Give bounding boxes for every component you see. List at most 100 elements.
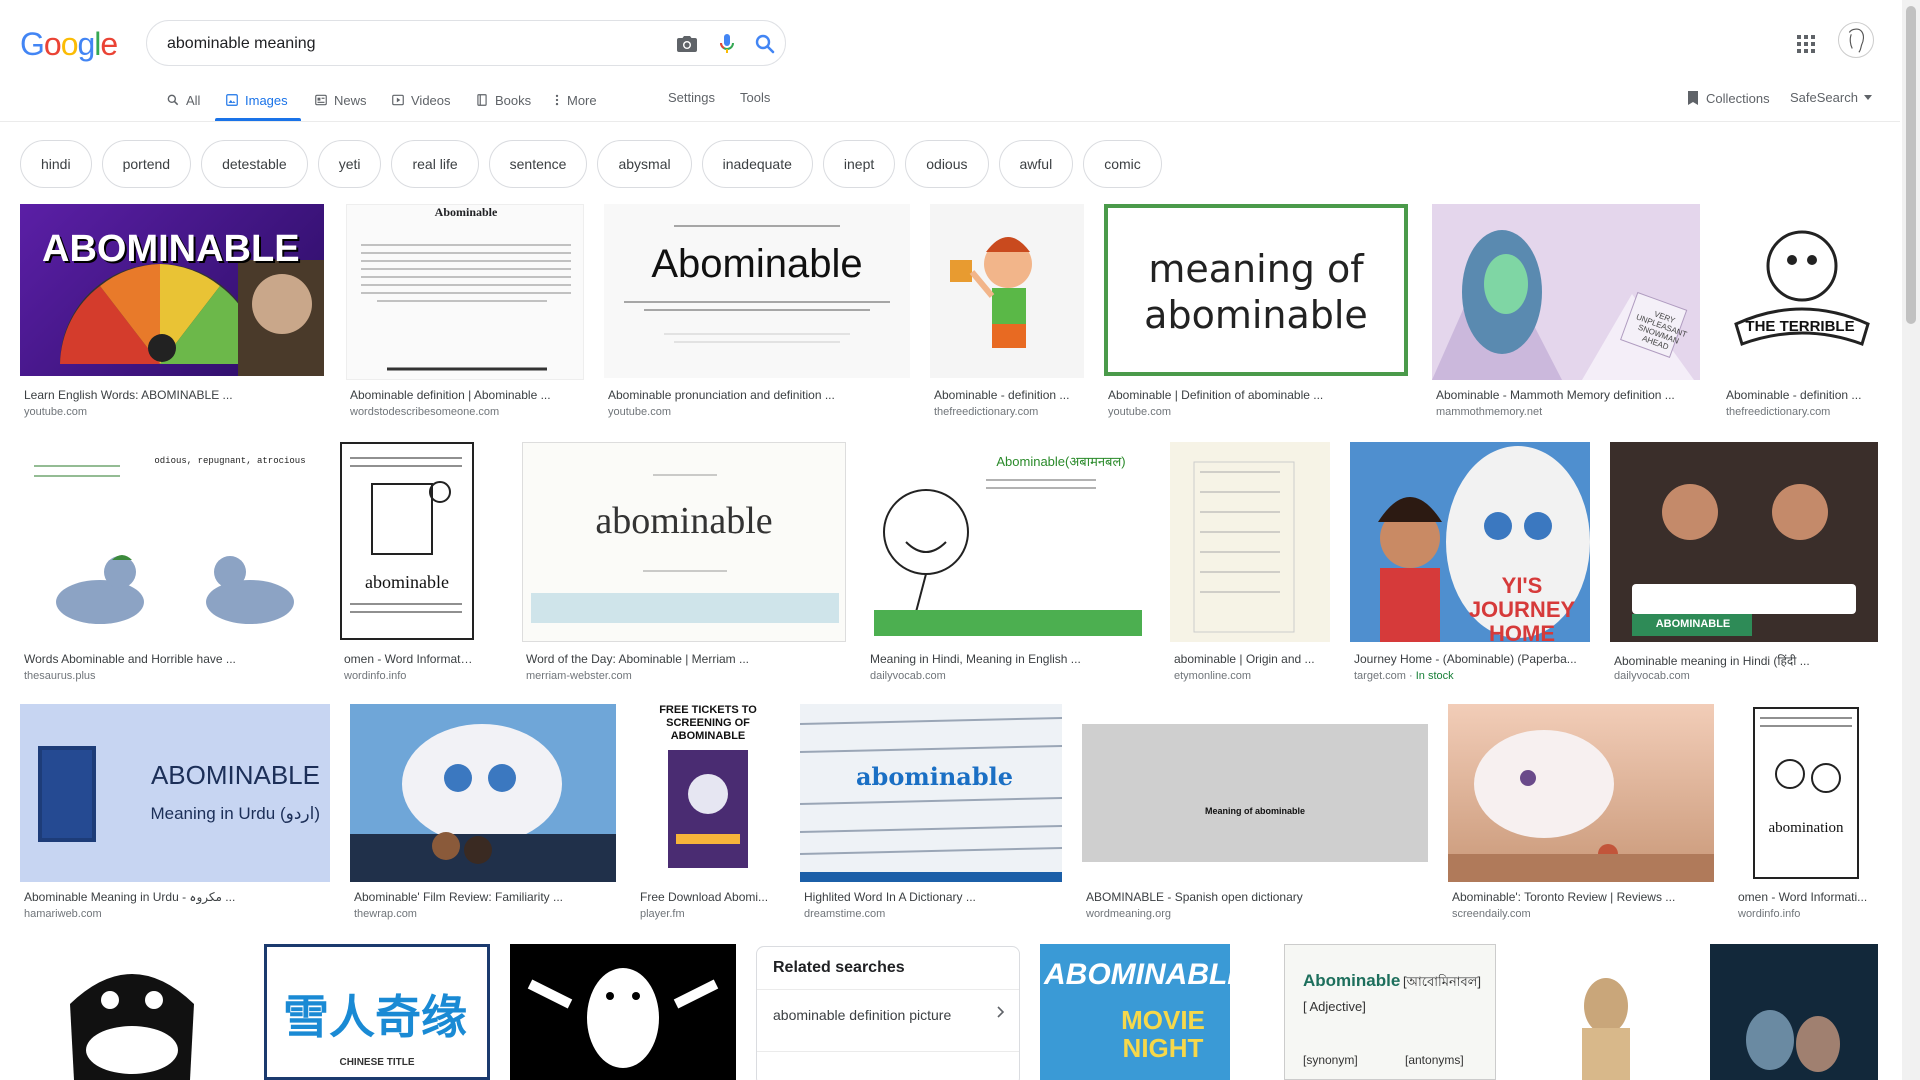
tab-images[interactable]: Images (225, 90, 288, 110)
search-input[interactable] (167, 33, 627, 55)
logo-letter: o (43, 26, 62, 62)
image-result[interactable] (1710, 944, 1878, 1080)
image-result[interactable]: odious, repugnant, atrocious Words Abomi… (20, 442, 322, 682)
thumbnail-caption: abomination (1768, 820, 1844, 836)
image-result[interactable]: Abominable - definition ... thefreedicti… (930, 204, 1084, 424)
result-title: Abominable Meaning in Urdu - مکروہ ... (24, 890, 236, 904)
tab-more[interactable]: More (553, 90, 597, 110)
chip-odious[interactable]: odious (905, 140, 989, 188)
collections-button[interactable]: Collections (1686, 90, 1770, 106)
search-tabs: All Images News Videos Books More Settin… (0, 80, 1900, 122)
chip-portend[interactable]: portend (101, 140, 192, 188)
image-result[interactable]: Meaning of abominable ABOMINABLE - Spani… (1082, 704, 1428, 926)
image-result[interactable]: abominable Highlited Word In A Dictionar… (800, 704, 1062, 926)
pronunciation-lines-image (624, 225, 890, 343)
result-source: youtube.com (24, 406, 87, 418)
chip-yeti[interactable]: yeti (317, 140, 382, 188)
tab-all[interactable]: All (166, 90, 200, 110)
chip-inadequate[interactable]: inadequate (701, 140, 813, 188)
image-result[interactable]: ABOMINABLE MOVIE NIGHT (1040, 944, 1230, 1080)
chip-hindi[interactable]: hindi (20, 140, 92, 188)
movie-night-text: MOVIE NIGHT (1121, 1005, 1205, 1063)
stock-status: In stock (1415, 670, 1454, 682)
image-result[interactable]: abomination omen - Word Informati... wor… (1734, 704, 1878, 926)
image-result[interactable]: Abominable Abominable pronunciation and … (604, 204, 910, 424)
tab-news[interactable]: News (314, 90, 367, 110)
result-title: omen - Word Information (344, 652, 474, 666)
image-result[interactable]: 雪人奇缘 CHINESE TITLE (264, 944, 490, 1080)
thumbnail-caption: meaning of abominable (1144, 247, 1368, 337)
result-thumbnail: Abominable (604, 204, 910, 378)
image-result[interactable]: Abominable': Toronto Review | Reviews ..… (1448, 704, 1714, 926)
safesearch-dropdown[interactable]: SafeSearch (1790, 90, 1872, 105)
chip-comic[interactable]: comic (1083, 140, 1162, 188)
image-result[interactable]: VERY UNPLEASANT SNOWMAN AHEAD Abominable… (1432, 204, 1702, 424)
scrollbar-thumb[interactable] (1906, 6, 1916, 324)
camera-icon[interactable] (675, 32, 699, 56)
result-source: youtube.com (608, 406, 671, 418)
chip-awful[interactable]: awful (998, 140, 1074, 188)
result-source: wordstodescribesomeone.com (350, 406, 500, 418)
result-thumbnail: Abominable(अबामनबल) (866, 442, 1150, 642)
result-title: Meaning in Hindi, Meaning in English ... (870, 652, 1081, 666)
search-icon[interactable] (753, 32, 777, 56)
abominable-logo-text: ABOMINABLE (1044, 958, 1230, 991)
search-box[interactable] (146, 20, 786, 66)
image-result[interactable]: FREE TICKETS TO SCREENING OF ABOMINABLE … (636, 704, 780, 926)
image-result[interactable]: ABOMINABLE Learn English Words: ABOMINAB… (20, 204, 326, 424)
logo-letter: G (20, 26, 45, 62)
image-result[interactable]: meaning of abominable Abominable | Defin… (1104, 204, 1410, 424)
image-result[interactable] (510, 944, 736, 1080)
thumbnail-caption: abominable (856, 762, 1014, 791)
result-source: player.fm (640, 908, 685, 920)
cartoon-boy-image (950, 237, 1032, 348)
result-thumbnail (1170, 442, 1330, 642)
tab-videos[interactable]: Videos (391, 90, 451, 110)
chip-sentence[interactable]: sentence (488, 140, 588, 188)
image-result[interactable]: ABOMINABLE Meaning in Urdu (اردو) Abomin… (20, 704, 330, 926)
logo-letter: e (100, 26, 118, 62)
result-source: target.com · In stock (1354, 670, 1454, 682)
related-search-item[interactable]: abominable definition picture (757, 989, 1019, 1039)
apps-grid-icon[interactable] (1794, 32, 1818, 56)
page-scrollbar[interactable] (1902, 0, 1920, 1080)
image-result[interactable] (1516, 944, 1694, 1080)
cartoon-strip-image (1753, 707, 1859, 879)
image-result[interactable]: ABOMINABLE Abominable meaning in Hindi (… (1610, 442, 1878, 682)
image-result[interactable]: Abominable(अबामनबल) Meaning in Hindi, Me… (866, 442, 1150, 682)
result-title: ABOMINABLE - Spanish open dictionary (1086, 890, 1303, 904)
related-search-label: abominable definition picture (773, 1006, 952, 1023)
image-result[interactable]: THE TERRIBLE Abominable - definition ...… (1722, 204, 1878, 424)
image-result[interactable]: Abominable [আবোমিনাবল] [ Adjective] [syn… (1284, 944, 1496, 1080)
chip-detestable[interactable]: detestable (201, 140, 308, 188)
logo-letter: g (77, 26, 95, 62)
thumbnail-caption: Abominable (651, 242, 863, 286)
tab-books[interactable]: Books (475, 90, 531, 110)
result-source: thefreedictionary.com (1726, 406, 1831, 418)
image-result[interactable] (20, 944, 244, 1080)
account-avatar[interactable] (1838, 22, 1874, 58)
result-title: Learn English Words: ABOMINABLE ... (24, 388, 233, 402)
image-result[interactable]: Abominable' Film Review: Familiarity ...… (350, 704, 616, 926)
image-result[interactable]: abominable | Origin and ... etymonline.c… (1170, 442, 1330, 682)
image-result[interactable]: abominable omen - Word Information wordi… (340, 442, 474, 682)
image-result[interactable]: YI'S JOURNEY HOME Journey Home - (Abomin… (1350, 442, 1590, 682)
chevron-down-icon (1863, 94, 1872, 100)
result-source: screendaily.com (1452, 908, 1531, 920)
tools-link[interactable]: Tools (740, 90, 770, 105)
image-result[interactable]: Abominable Abominable definition | Abomi… (346, 204, 586, 424)
chip-abysmal[interactable]: abysmal (597, 140, 692, 188)
settings-link[interactable]: Settings (668, 90, 715, 105)
pearl-subtitle: CHINESE TITLE (339, 1057, 415, 1068)
result-source: thesaurus.plus (24, 670, 96, 682)
result-thumbnail: ABOMINABLE (1610, 442, 1878, 642)
microphone-icon[interactable] (715, 32, 739, 56)
video-icon (392, 94, 404, 106)
tab-label: Videos (411, 92, 451, 108)
result-title: abominable | Origin and ... (1174, 652, 1315, 666)
image-result[interactable]: abominable Word of the Day: Abominable |… (522, 442, 846, 682)
chip-inept[interactable]: inept (822, 140, 896, 188)
google-logo[interactable]: Google (20, 26, 118, 63)
chip-real-life[interactable]: real life (391, 140, 479, 188)
pearl-chinese-title: 雪人奇缘 (283, 991, 467, 1043)
